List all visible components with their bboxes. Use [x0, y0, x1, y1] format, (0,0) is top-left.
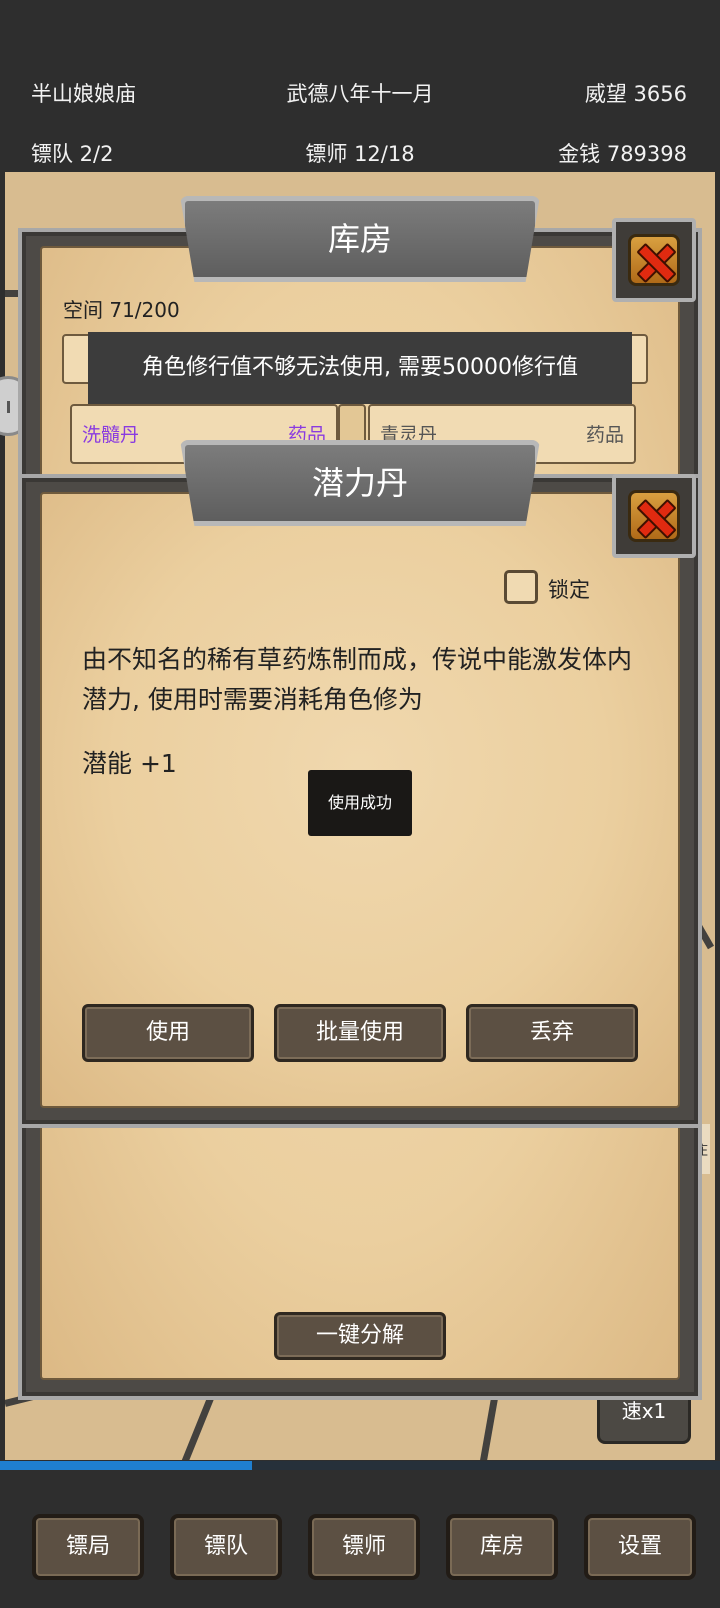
batch-use-button[interactable]: 批量使用: [274, 1004, 446, 1062]
decompose-all-button[interactable]: 一键分解: [274, 1312, 446, 1360]
warehouse-close-button[interactable]: [612, 218, 696, 302]
item-effect: 潜能 +1: [82, 749, 177, 778]
tab-settings[interactable]: 设置: [584, 1514, 696, 1580]
bottom-tab-bar: 镖局 镖队 镖师 库房 设置: [0, 1470, 720, 1608]
item-name: 洗髓丹: [82, 424, 140, 446]
discard-button[interactable]: 丢弃: [466, 1004, 638, 1062]
travel-progress-fill: [0, 1461, 252, 1470]
item-type: 药品: [585, 424, 624, 446]
use-success-toast: 使用成功: [308, 770, 412, 836]
status-row-top: 半山娘娘庙 武德八年十一月 威望 3656: [0, 70, 720, 110]
tab-escort-agency[interactable]: 镖局: [32, 1514, 144, 1580]
money-label: 金钱 789398: [558, 142, 687, 166]
use-button[interactable]: 使用: [82, 1004, 254, 1062]
item-detail-title: 潜力丹: [180, 440, 540, 526]
warehouse-space-label: 空间 71/200: [63, 298, 180, 322]
travel-progress-bar: [0, 1461, 720, 1470]
warehouse-title: 库房: [180, 196, 540, 282]
close-icon: [628, 234, 680, 286]
lock-label: 锁定: [548, 578, 590, 602]
tab-escorts[interactable]: 镖师: [308, 1514, 420, 1580]
tab-warehouse[interactable]: 库房: [446, 1514, 558, 1580]
status-row-bottom: 镖队 2/2 镖师 12/18 金钱 789398: [0, 130, 720, 170]
item-detail-close-button[interactable]: [612, 474, 696, 558]
warehouse-toast: 角色修行值不够无法使用, 需要50000修行值: [88, 332, 632, 404]
close-icon: [628, 490, 680, 542]
prestige-label: 威望 3656: [584, 82, 687, 106]
item-description: 由不知名的稀有草药炼制而成，传说中能激发体内潜力, 使用时需要消耗角色修为: [82, 645, 633, 714]
tab-convoy[interactable]: 镖队: [170, 1514, 282, 1580]
lock-checkbox[interactable]: [504, 570, 538, 604]
